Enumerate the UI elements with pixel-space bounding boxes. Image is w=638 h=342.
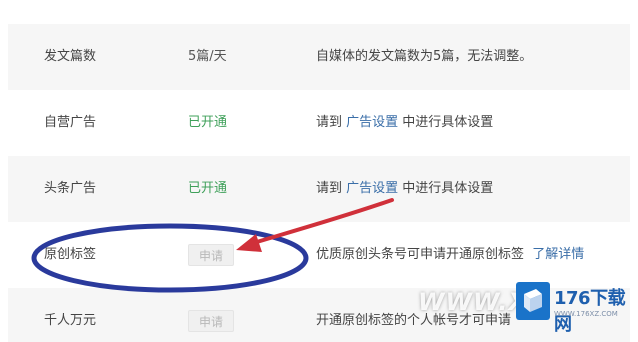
row-status: 申请: [188, 222, 235, 288]
learn-more-link[interactable]: 了解详情: [532, 247, 584, 262]
row-status: 已开通: [188, 115, 228, 130]
row-status: 5篇/天: [188, 49, 227, 64]
site-logo: 176下载网 WWW.176XZ.COM: [516, 280, 634, 336]
row-name: 千人万元: [44, 313, 97, 328]
row-description: 自媒体的发文篇数为5篇，无法调整。: [316, 49, 533, 64]
table-row: 发文篇数 5篇/天 自媒体的发文篇数为5篇，无法调整。: [8, 24, 630, 90]
row-description: 请到 广告设置 中进行具体设置: [316, 156, 493, 222]
logo-subtext: WWW.176XZ.COM: [554, 310, 618, 318]
row-description: 请到 广告设置 中进行具体设置: [316, 90, 493, 156]
apply-qianren-button[interactable]: 申请: [188, 309, 235, 332]
ad-settings-link[interactable]: 广告设置: [346, 115, 398, 130]
table-row: 头条广告 已开通 请到 广告设置 中进行具体设置: [8, 156, 630, 222]
apply-original-button[interactable]: 申请: [188, 243, 235, 266]
desc-text: 请到: [316, 181, 347, 196]
row-status: 已开通: [188, 181, 228, 196]
desc-text: 中进行具体设置: [398, 181, 494, 196]
row-name: 原创标签: [44, 247, 97, 262]
logo-icon: [516, 282, 550, 320]
desc-text: 优质原创头条号可申请开通原创标签: [316, 247, 525, 262]
table-row: 原创标签 申请 优质原创头条号可申请开通原创标签 了解详情: [8, 222, 630, 288]
ad-settings-link[interactable]: 广告设置: [346, 181, 398, 196]
table-row: 自营广告 已开通 请到 广告设置 中进行具体设置: [8, 90, 630, 156]
row-name: 头条广告: [44, 181, 97, 196]
desc-text: 请到: [316, 115, 347, 130]
row-description: 优质原创头条号可申请开通原创标签 了解详情: [316, 222, 584, 288]
desc-text: 中进行具体设置: [398, 115, 494, 130]
row-status: 申请: [188, 288, 235, 342]
row-name: 发文篇数: [44, 49, 97, 64]
row-name: 自营广告: [44, 115, 97, 130]
